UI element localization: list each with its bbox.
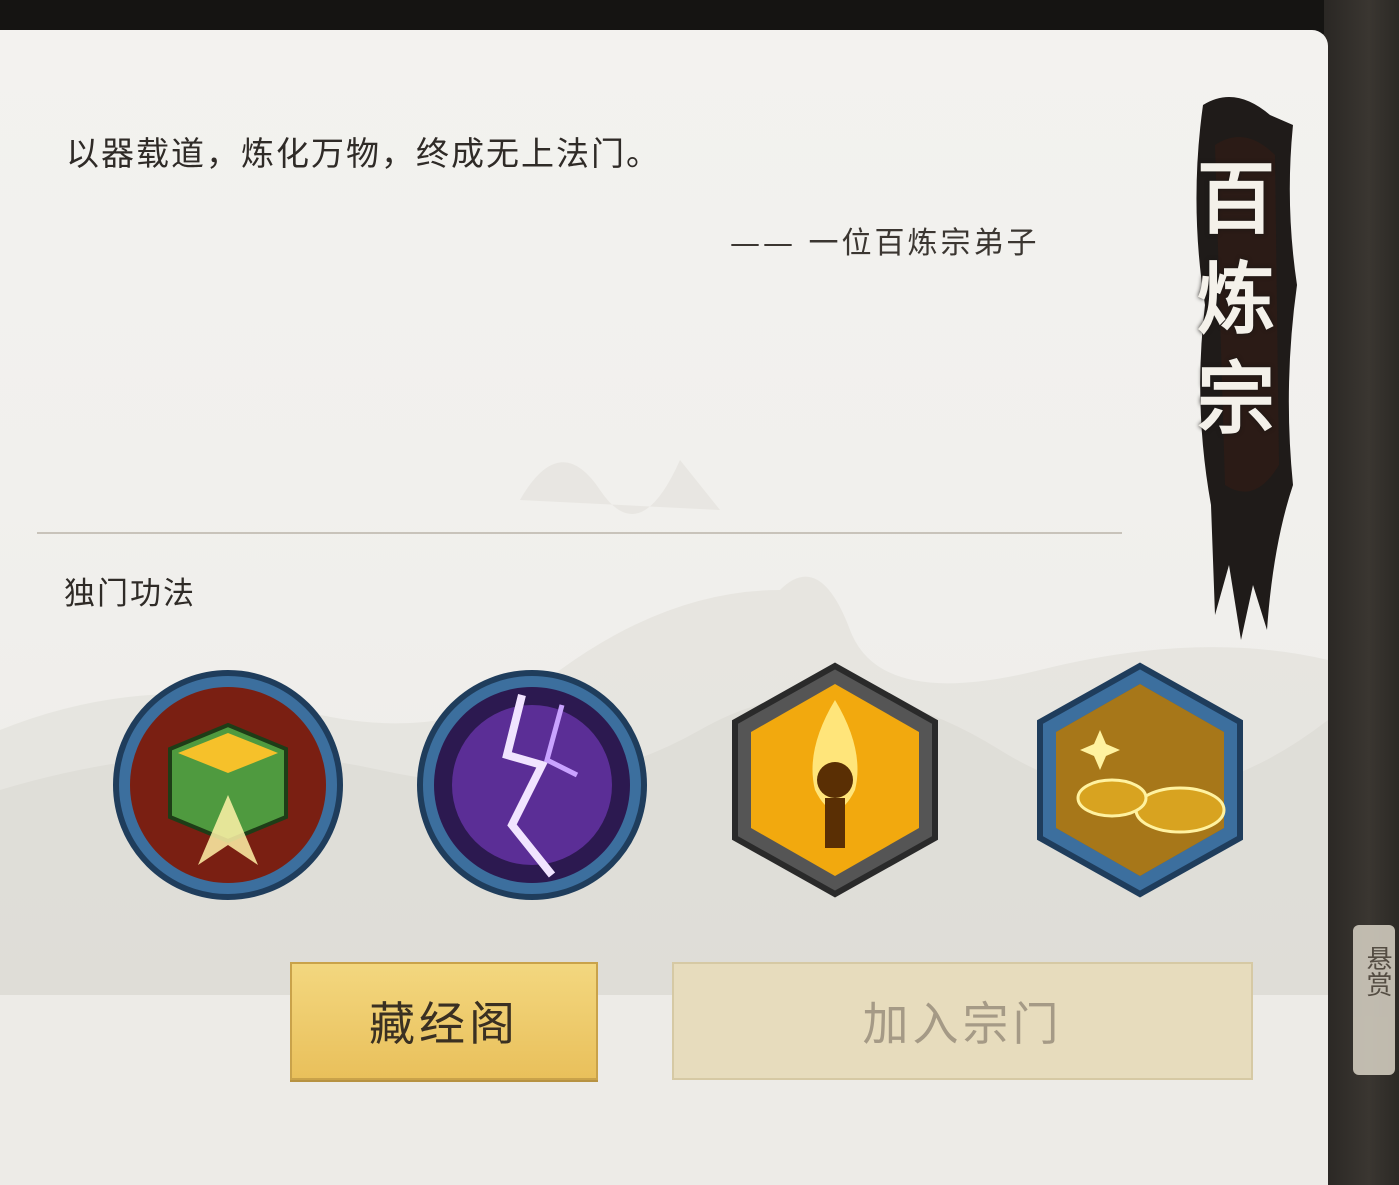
divider [37,532,1122,534]
join-sect-button[interactable]: 加入宗门 [672,962,1253,1080]
skill-gold-coins[interactable] [1020,660,1260,900]
side-tab[interactable]: 悬赏 [1353,925,1395,1075]
skill-flame-figure[interactable] [715,660,955,900]
quote-author: —— 一位百炼宗弟子 [730,226,1040,261]
skill-lightning[interactable] [412,665,652,905]
sect-quote: 以器载道，炼化万物，终成无上法门。 [66,134,661,173]
section-title: 独门功法 [64,576,196,612]
skill-forge-chest[interactable] [108,665,348,905]
top-strip [0,0,1399,34]
sect-name-vertical: 百炼宗 [1196,154,1275,445]
library-button[interactable]: 藏经阁 [290,962,598,1080]
side-tab-label: 悬赏 [1362,945,1392,997]
